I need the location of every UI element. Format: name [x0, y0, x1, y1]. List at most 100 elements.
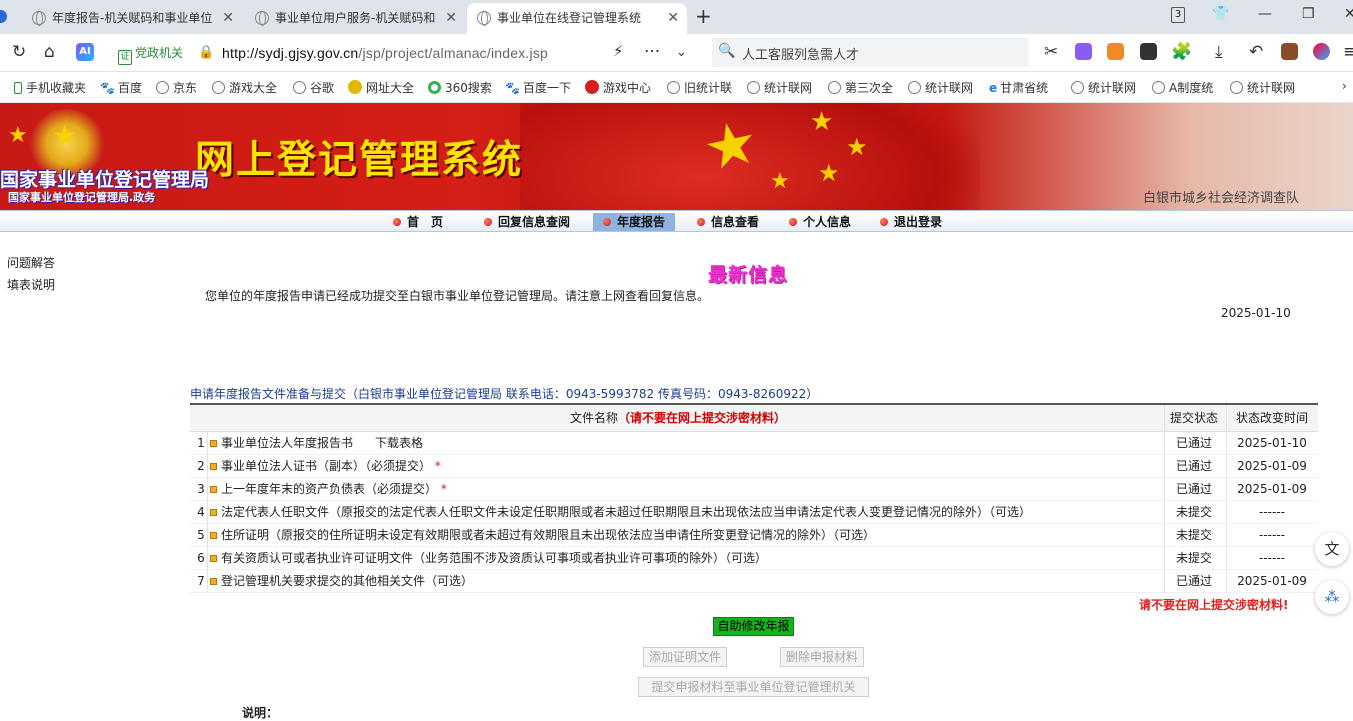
row-number: 6 — [197, 551, 205, 565]
bookmark-item[interactable]: 手机收藏夹 — [14, 79, 86, 96]
bookmark-item[interactable]: 第三次全 — [828, 79, 893, 96]
bookmark-item[interactable]: 游戏中心 — [585, 79, 651, 96]
ie-icon: e — [989, 81, 998, 95]
download-form-link[interactable]: 下载表格 — [375, 436, 423, 450]
row-file-name[interactable]: 事业单位法人年度报告书 下载表格 — [210, 432, 423, 455]
row-file-name[interactable]: 登记管理机关要求提交的其他相关文件（可选） — [210, 570, 473, 593]
menu-annual-report[interactable]: 年度报告 — [593, 213, 676, 231]
close-icon[interactable]: ✕ — [222, 3, 234, 33]
table-row: 6 有关资质认可或者执业许可证明文件（业务范围不涉及资质认可事项或者执业许可事项… — [190, 547, 1318, 570]
bullet-icon — [210, 509, 217, 516]
puzzle-icon[interactable]: 🧩 — [1171, 42, 1192, 62]
row-status: 已通过 — [1175, 436, 1212, 450]
sidebar-item-fill-guide[interactable]: 填表说明 — [7, 276, 55, 293]
site-menu: 首 页 回复信息查阅 年度报告 信息查看 个人信息 退出登录 — [0, 210, 1353, 232]
column-divider — [207, 432, 208, 593]
briefcase-icon[interactable] — [1281, 43, 1298, 60]
translate-icon[interactable]: 文 — [1315, 532, 1349, 566]
row-status: 未提交 — [1175, 505, 1212, 519]
bookmark-item[interactable]: 统计联网 — [1230, 79, 1295, 96]
globe-icon — [667, 81, 680, 94]
reload-icon[interactable]: ↻ — [12, 42, 26, 62]
self-modify-report-button[interactable]: 自助修改年报 — [713, 617, 794, 636]
bookmark-item[interactable]: 网址大全 — [348, 79, 414, 96]
row-status: 已通过 — [1175, 459, 1212, 473]
flag-star-icon: ★ — [810, 107, 834, 137]
menu-icon[interactable]: ≡ — [1343, 42, 1353, 62]
browser-tab-3-active[interactable]: 事业单位在线登记管理系统 ✕ — [467, 3, 687, 34]
row-file-name[interactable]: 法定代表人任职文件（原报交的法定代表人任职文件未设定任职期限或者未超过任职期限且… — [210, 501, 1031, 524]
row-file-name[interactable]: 事业单位法人证书（副本）（必须提交） * — [210, 455, 441, 478]
bookmark-item[interactable]: A制度统 — [1152, 79, 1213, 96]
close-icon[interactable]: ✕ — [667, 3, 679, 33]
bookmark-item[interactable]: 🐾 百度 — [100, 79, 142, 96]
screen-ext-icon[interactable] — [1140, 43, 1157, 60]
menu-reply-info[interactable]: 回复信息查阅 — [484, 213, 570, 231]
bookmark-item[interactable]: 京东 — [156, 79, 197, 96]
tshirt-icon[interactable]: 👕 — [1212, 6, 1229, 22]
scissors-icon[interactable]: ✂ — [1044, 42, 1058, 62]
row-time: 2025-01-09 — [1237, 482, 1307, 496]
row-file-name[interactable]: 有关资质认可或者执业许可证明文件（业务范围不涉及资质认可事项或者执业许可事项的除… — [210, 547, 767, 570]
bookmark-item[interactable]: 🐾 百度一下 — [505, 79, 571, 96]
browser-tab-1[interactable]: 年度报告-机关赋码和事业单位 ✕ — [22, 3, 242, 34]
more-icon[interactable]: ··· — [644, 42, 660, 62]
browser-search-box[interactable]: 🔍 人工客服列急需人才 — [712, 38, 1029, 67]
bookmark-item[interactable]: 统计联网 — [908, 79, 973, 96]
window-close-icon[interactable]: ✕ — [1344, 6, 1353, 22]
globe-icon — [1230, 81, 1243, 94]
close-icon[interactable]: ✕ — [445, 3, 457, 33]
chevron-down-icon[interactable]: ⌄ — [676, 45, 687, 60]
browser-tab-2[interactable]: 事业单位用户服务-机关赋码和 ✕ — [245, 3, 465, 34]
row-number: 3 — [197, 482, 205, 496]
row-time: 2025-01-09 — [1237, 574, 1307, 588]
row-file-name[interactable]: 上一年度年末的资产负债表（必须提交） * — [210, 478, 447, 501]
bookmark-item[interactable]: 统计联网 — [747, 79, 812, 96]
browser-logo-icon — [0, 10, 7, 23]
not-secure-icon[interactable]: 🔒 — [198, 45, 214, 60]
globe-icon — [212, 81, 225, 94]
lightning-icon[interactable]: ⚡ — [613, 42, 624, 60]
bookmark-item[interactable]: 统计联网 — [1071, 79, 1136, 96]
undo-icon[interactable]: ↶ — [1249, 42, 1263, 62]
translate-ext-icon[interactable] — [1075, 43, 1092, 60]
network-icon[interactable]: ⁂ — [1315, 580, 1349, 614]
gov-cert-badge[interactable]: 证党政机关 — [118, 44, 183, 65]
bookmark-item[interactable]: 旧统计联 — [667, 79, 732, 96]
search-icon: 🔍 — [718, 43, 736, 59]
bullet-icon — [210, 463, 217, 470]
org-name: 国家事业单位登记管理局 — [0, 169, 210, 191]
files-table: 文件名称（请不要在网上提交涉密材料） 提交状态 状态改变时间 1 事业单位法人年… — [190, 403, 1318, 593]
game-ext-icon[interactable] — [1107, 43, 1124, 60]
menu-home[interactable]: 首 页 — [393, 213, 443, 231]
submit-material-button[interactable]: 提交申报材料至事业单位登记管理机关 — [638, 677, 869, 697]
menu-info-view[interactable]: 信息查看 — [697, 213, 759, 231]
minimize-icon[interactable]: — — [1258, 6, 1272, 22]
bookmarks-overflow-icon[interactable]: › — [1342, 79, 1347, 93]
bookmark-item[interactable]: 游戏大全 — [212, 79, 277, 96]
tab-count-badge[interactable]: 3 — [1171, 7, 1185, 23]
ai-icon[interactable]: AI — [76, 43, 94, 61]
row-file-name[interactable]: 住所证明（原报交的住所证明未设定有效期限或者未超过有效期限且未出现依法应当申请住… — [210, 524, 875, 547]
tab-label: 事业单位用户服务-机关赋码和 — [275, 11, 435, 25]
sidebar-item-faq[interactable]: 问题解答 — [7, 254, 55, 271]
header-time: 状态改变时间 — [1235, 411, 1308, 425]
restore-icon[interactable]: ❐ — [1302, 6, 1315, 22]
globe-icon — [255, 11, 269, 26]
add-proof-button[interactable]: 添加证明文件 — [643, 647, 727, 667]
home-icon[interactable]: ⌂ — [44, 42, 55, 62]
required-mark: * — [434, 459, 441, 473]
download-icon[interactable]: ⤓ — [1215, 42, 1223, 62]
bookmark-item[interactable]: 360搜索 — [428, 79, 492, 96]
bookmark-item[interactable]: 谷歌 — [293, 79, 334, 96]
bullet-icon — [210, 555, 217, 562]
menu-logout[interactable]: 退出登录 — [880, 213, 942, 231]
bullet-icon — [210, 578, 217, 585]
url-text[interactable]: http://sydj.gjsy.gov.cn/jsp/project/alma… — [222, 45, 548, 61]
new-tab-icon[interactable]: + — [695, 4, 712, 28]
delete-material-button[interactable]: 删除申报材料 — [780, 647, 864, 667]
bullet-icon — [210, 532, 217, 539]
menu-personal-info[interactable]: 个人信息 — [789, 213, 851, 231]
ai-assistant-icon[interactable] — [1313, 43, 1330, 60]
bookmark-item[interactable]: e 甘肃省统 — [989, 79, 1048, 96]
